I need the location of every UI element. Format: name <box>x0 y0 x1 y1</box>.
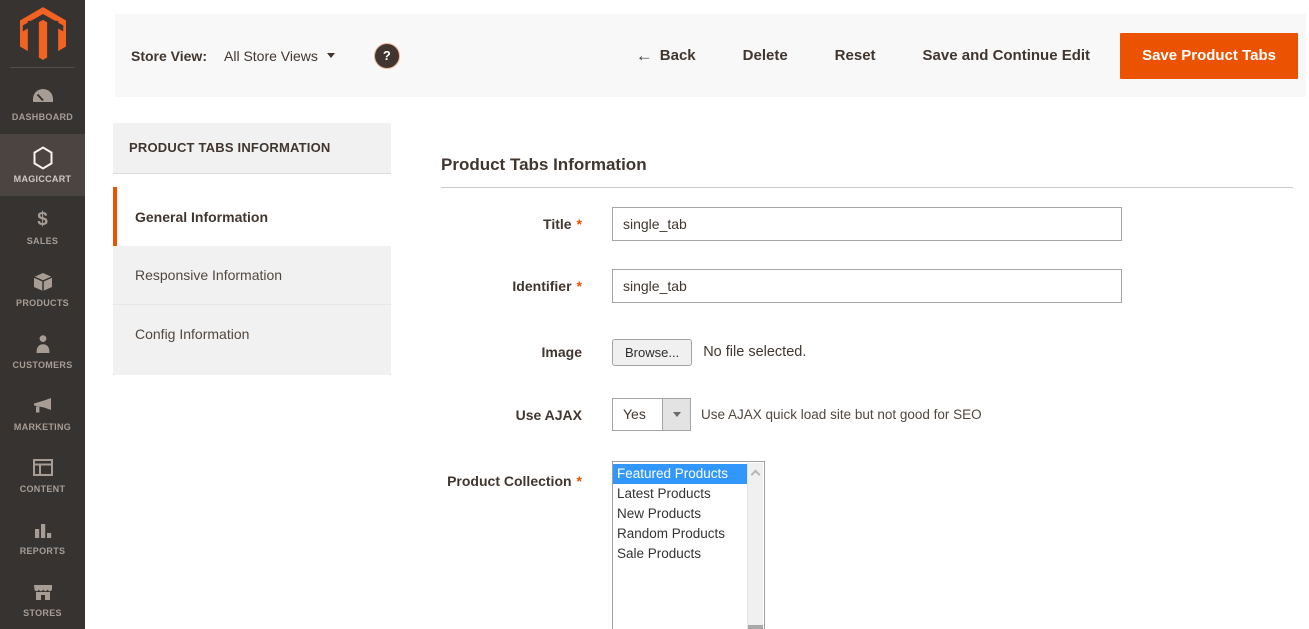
sidebar-item-reports[interactable]: REPORTS <box>0 506 85 568</box>
sidebar-item-content[interactable]: CONTENT <box>0 444 85 506</box>
sidebar-item-customers[interactable]: CUSTOMERS <box>0 320 85 382</box>
sidebar-nav: DASHBOARD MAGICCART $ SALES <box>0 72 85 629</box>
required-asterisk: * <box>577 278 582 294</box>
chevron-down-icon[interactable] <box>327 53 335 58</box>
sidebar-item-sales[interactable]: $ SALES <box>0 196 85 258</box>
title-field-row: Title* <box>441 207 1293 241</box>
store-view-label: Store View: <box>131 48 207 64</box>
sidebar-item-label: SALES <box>27 236 59 246</box>
back-button[interactable]: ← Back <box>636 47 696 64</box>
sidebar-divider <box>10 67 75 68</box>
magento-logo-icon[interactable] <box>20 7 66 60</box>
use-ajax-select[interactable]: Yes <box>612 398 691 431</box>
listbox-scrollbar[interactable] <box>747 463 763 629</box>
product-collection-label: Product Collection* <box>441 460 582 495</box>
stores-shop-icon <box>31 581 55 603</box>
page-actions-toolbar: Store View: All Store Views ? ← Back Del… <box>115 14 1306 97</box>
reset-button[interactable]: Reset <box>835 47 876 64</box>
magiccart-hexagon-icon <box>31 147 55 169</box>
listbox-option-featured-products[interactable]: Featured Products <box>613 464 748 484</box>
use-ajax-label: Use AJAX <box>441 398 582 432</box>
listbox-option-random-products[interactable]: Random Products <box>613 524 748 544</box>
store-view-switcher[interactable]: All Store Views <box>224 48 318 64</box>
required-asterisk: * <box>577 216 582 232</box>
title-label: Title* <box>441 207 582 241</box>
listbox-option-new-products[interactable]: New Products <box>613 504 748 524</box>
sidebar-item-dashboard[interactable]: DASHBOARD <box>0 72 85 134</box>
sidebar-item-magiccart[interactable]: MAGICCART <box>0 134 85 196</box>
sidebar-item-stores[interactable]: STORES <box>0 568 85 629</box>
help-icon[interactable]: ? <box>375 44 399 68</box>
scrollbar-thumb[interactable] <box>748 625 763 629</box>
use-ajax-note: Use AJAX quick load site but not good fo… <box>701 398 982 431</box>
sidebar-item-label: CONTENT <box>20 484 66 494</box>
use-ajax-selected-value: Yes <box>613 399 662 430</box>
identifier-label: Identifier* <box>441 269 582 303</box>
product-tabs-panel: PRODUCT TABS INFORMATION General Informa… <box>113 123 391 375</box>
toolbar-buttons: ← Back Delete Reset Save and Continue Ed… <box>636 47 1090 64</box>
browse-button[interactable]: Browse... <box>612 339 692 366</box>
tab-config-information[interactable]: Config Information <box>113 304 391 362</box>
scrollbar-up-arrow-icon[interactable] <box>751 470 761 480</box>
products-box-icon <box>31 271 55 293</box>
page-title: Product Tabs Information <box>441 155 647 175</box>
listbox-option-latest-products[interactable]: Latest Products <box>613 484 748 504</box>
sidebar-item-label: MARKETING <box>14 422 71 432</box>
sales-dollar-icon: $ <box>31 209 55 231</box>
identifier-input[interactable] <box>612 269 1122 303</box>
sidebar-item-label: CUSTOMERS <box>12 360 72 370</box>
sidebar-item-label: REPORTS <box>20 546 66 556</box>
select-dropdown-arrow-icon[interactable] <box>662 399 690 430</box>
sidebar-item-label: DASHBOARD <box>12 112 73 122</box>
sidebar-item-label: MAGICCART <box>14 174 72 184</box>
required-asterisk: * <box>577 473 582 489</box>
back-button-label: Back <box>660 47 696 64</box>
identifier-field-row: Identifier* <box>441 269 1293 303</box>
tab-responsive-information[interactable]: Responsive Information <box>113 246 391 304</box>
admin-sidebar: DASHBOARD MAGICCART $ SALES <box>0 0 85 629</box>
sidebar-item-marketing[interactable]: MARKETING <box>0 382 85 444</box>
panel-tabs: General Information Responsive Informati… <box>113 187 391 375</box>
reports-barchart-icon <box>31 519 55 541</box>
product-collection-listbox[interactable]: Featured Products Latest Products New Pr… <box>612 461 765 629</box>
sidebar-item-label: STORES <box>23 608 62 618</box>
panel-header: PRODUCT TABS INFORMATION <box>113 123 391 174</box>
customers-person-icon <box>31 333 55 355</box>
product-collection-field-row: Product Collection* Featured Products La… <box>441 460 1293 495</box>
save-and-continue-button[interactable]: Save and Continue Edit <box>923 47 1091 64</box>
title-input[interactable] <box>612 207 1122 241</box>
tab-general-information[interactable]: General Information <box>113 187 391 246</box>
save-product-tabs-button[interactable]: Save Product Tabs <box>1120 33 1298 79</box>
marketing-megaphone-icon <box>31 395 55 417</box>
magento-admin-page: DASHBOARD MAGICCART $ SALES <box>0 0 1309 629</box>
back-arrow-icon: ← <box>636 47 653 64</box>
delete-button[interactable]: Delete <box>743 47 788 64</box>
image-label: Image <box>441 338 582 366</box>
listbox-option-sale-products[interactable]: Sale Products <box>613 544 748 564</box>
heading-divider <box>441 187 1293 188</box>
sidebar-item-label: PRODUCTS <box>16 298 69 308</box>
image-field-row: Image Browse... No file selected. <box>441 338 1293 366</box>
content-layout-icon <box>31 457 55 479</box>
sidebar-item-products[interactable]: PRODUCTS <box>0 258 85 320</box>
file-status-text: No file selected. <box>703 344 806 360</box>
dashboard-gauge-icon <box>31 85 55 107</box>
use-ajax-field-row: Use AJAX Yes Use AJAX quick load site bu… <box>441 398 1293 432</box>
